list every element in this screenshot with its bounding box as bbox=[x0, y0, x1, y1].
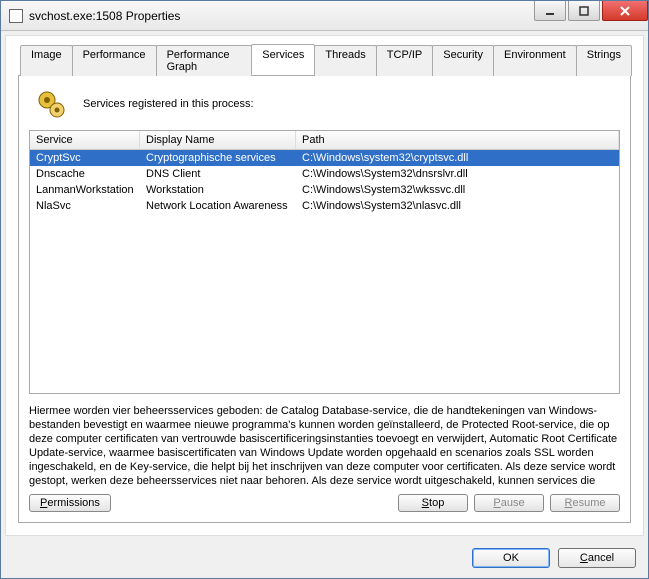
tab-tcpip[interactable]: TCP/IP bbox=[376, 45, 433, 76]
tab-services[interactable]: Services bbox=[251, 44, 315, 75]
window-buttons bbox=[534, 1, 648, 30]
cell-display: Network Location Awareness bbox=[140, 198, 296, 214]
tab-threads[interactable]: Threads bbox=[314, 45, 376, 76]
tab-environment[interactable]: Environment bbox=[493, 45, 577, 76]
resume-button[interactable]: Resume bbox=[550, 494, 620, 512]
ok-button[interactable]: OK bbox=[472, 548, 550, 568]
cell-display: Workstation bbox=[140, 182, 296, 198]
column-path[interactable]: Path bbox=[296, 131, 619, 149]
window-title: svchost.exe:1508 Properties bbox=[29, 9, 534, 23]
maximize-button[interactable] bbox=[568, 1, 600, 21]
close-button[interactable] bbox=[602, 1, 648, 21]
panel-header: Services registered in this process: bbox=[29, 88, 620, 120]
list-body[interactable]: CryptSvc Cryptographische services C:\Wi… bbox=[30, 150, 619, 393]
cell-path: C:\Windows\system32\cryptsvc.dll bbox=[296, 150, 619, 166]
cell-path: C:\Windows\System32\nlasvc.dll bbox=[296, 198, 619, 214]
cell-service: Dnscache bbox=[30, 166, 140, 182]
table-row[interactable]: LanmanWorkstation Workstation C:\Windows… bbox=[30, 182, 619, 198]
column-display-name[interactable]: Display Name bbox=[140, 131, 296, 149]
gear-icon bbox=[35, 88, 67, 120]
service-button-row: Permissions Stop Pause Resume bbox=[29, 494, 620, 512]
tab-security[interactable]: Security bbox=[432, 45, 494, 76]
tab-image[interactable]: Image bbox=[20, 45, 73, 76]
titlebar[interactable]: svchost.exe:1508 Properties bbox=[1, 1, 648, 31]
cell-display: DNS Client bbox=[140, 166, 296, 182]
cell-service: CryptSvc bbox=[30, 150, 140, 166]
column-service[interactable]: Service bbox=[30, 131, 140, 149]
client-area: Image Performance Performance Graph Serv… bbox=[5, 35, 644, 536]
list-header[interactable]: Service Display Name Path bbox=[30, 131, 619, 150]
tab-performance[interactable]: Performance bbox=[72, 45, 157, 76]
services-list[interactable]: Service Display Name Path CryptSvc Crypt… bbox=[29, 130, 620, 394]
panel-caption: Services registered in this process: bbox=[83, 98, 254, 110]
pause-button[interactable]: Pause bbox=[474, 494, 544, 512]
cell-path: C:\Windows\System32\wkssvc.dll bbox=[296, 182, 619, 198]
service-description: Hiermee worden vier beheersservices gebo… bbox=[29, 404, 620, 488]
stop-button[interactable]: Stop bbox=[398, 494, 468, 512]
tab-strings[interactable]: Strings bbox=[576, 45, 632, 76]
table-row[interactable]: NlaSvc Network Location Awareness C:\Win… bbox=[30, 198, 619, 214]
cell-path: C:\Windows\System32\dnsrslvr.dll bbox=[296, 166, 619, 182]
cell-display: Cryptographische services bbox=[140, 150, 296, 166]
tab-strip: Image Performance Performance Graph Serv… bbox=[18, 44, 631, 76]
app-icon bbox=[9, 9, 23, 23]
tab-performance-graph[interactable]: Performance Graph bbox=[156, 45, 253, 76]
spacer bbox=[117, 494, 392, 512]
permissions-button[interactable]: Permissions bbox=[29, 494, 111, 512]
properties-window: svchost.exe:1508 Properties Image Perfor… bbox=[0, 0, 649, 579]
minimize-button[interactable] bbox=[534, 1, 566, 21]
dialog-button-row: OK Cancel bbox=[1, 540, 648, 578]
table-row[interactable]: CryptSvc Cryptographische services C:\Wi… bbox=[30, 150, 619, 166]
cell-service: LanmanWorkstation bbox=[30, 182, 140, 198]
services-panel: Services registered in this process: Ser… bbox=[18, 76, 631, 523]
table-row[interactable]: Dnscache DNS Client C:\Windows\System32\… bbox=[30, 166, 619, 182]
cell-service: NlaSvc bbox=[30, 198, 140, 214]
cancel-button[interactable]: Cancel bbox=[558, 548, 636, 568]
